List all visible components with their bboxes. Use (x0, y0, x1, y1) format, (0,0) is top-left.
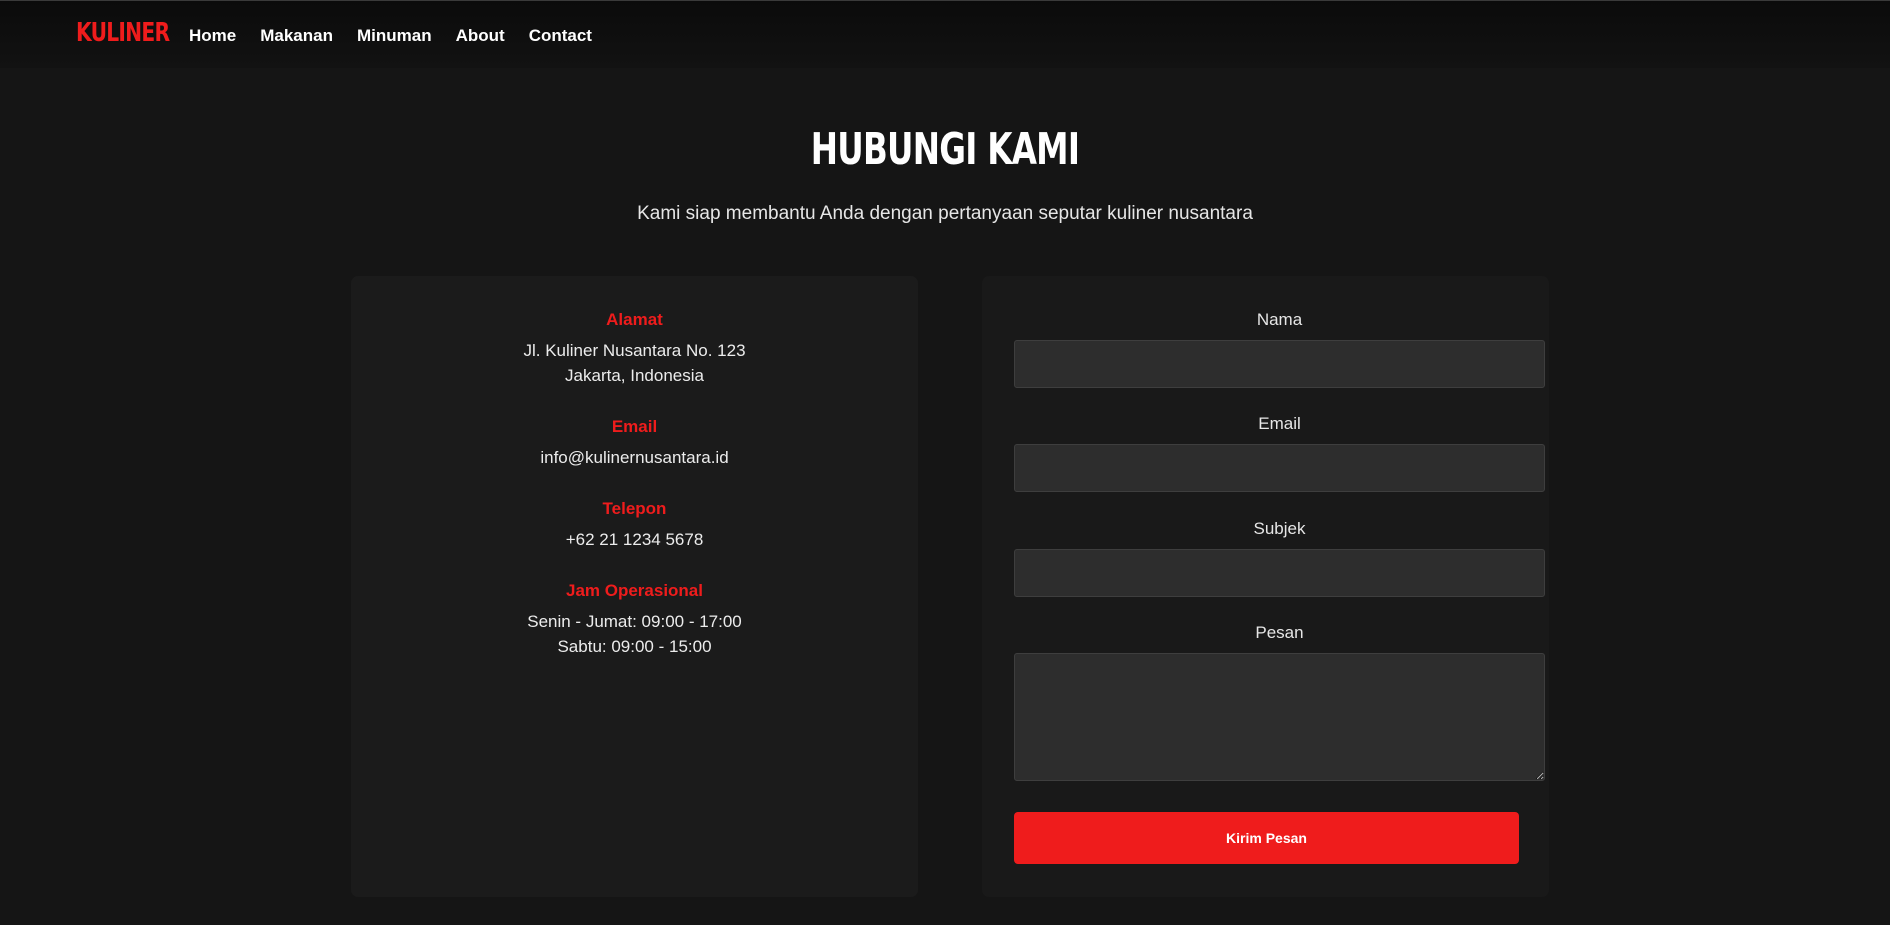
hours-block: Jam Operasional Senin - Jumat: 09:00 - 1… (351, 581, 918, 659)
hours-line-1: Senin - Jumat: 09:00 - 17:00 (527, 612, 742, 631)
nav-link-minuman[interactable]: Minuman (357, 26, 432, 46)
nav-link-makanan[interactable]: Makanan (260, 26, 333, 46)
email-field-label: Email (1258, 414, 1301, 433)
message-label: Pesan (1255, 623, 1304, 642)
email-block: Email info@kulinernusantara.id (351, 417, 918, 470)
nav-menu: Home Makanan Minuman About Contact (189, 26, 592, 46)
email-value: info@kulinernusantara.id (540, 448, 729, 467)
nav-link-contact[interactable]: Contact (529, 26, 592, 46)
name-input[interactable] (1014, 340, 1545, 388)
address-block: Alamat Jl. Kuliner Nusantara No. 123 Jak… (351, 310, 918, 388)
nav-link-home[interactable]: Home (189, 26, 236, 46)
phone-block: Telepon +62 21 1234 5678 (351, 499, 918, 552)
page-title: HUBUNGI KAMI (810, 124, 1080, 175)
subject-input[interactable] (1014, 549, 1545, 597)
address-line-2: Jakarta, Indonesia (565, 366, 704, 385)
hours-line-2: Sabtu: 09:00 - 15:00 (557, 637, 712, 656)
submit-button[interactable]: Kirim Pesan (1014, 812, 1519, 864)
message-textarea[interactable] (1014, 653, 1545, 781)
phone-value: +62 21 1234 5678 (565, 530, 704, 549)
nav-link-about[interactable]: About (456, 26, 505, 46)
email-label: Email (611, 417, 658, 436)
navbar: KULINER Home Makanan Minuman About Conta… (0, 0, 1890, 68)
brand-logo[interactable]: KULINER (76, 18, 170, 48)
address-label: Alamat (606, 310, 663, 329)
contact-info-card: Alamat Jl. Kuliner Nusantara No. 123 Jak… (351, 276, 918, 897)
hours-label: Jam Operasional (565, 581, 703, 600)
page-subtitle: Kami siap membantu Anda dengan pertanyaa… (637, 203, 1253, 224)
contact-form-card: Nama Email Subjek Pesan Kirim Pesan (982, 276, 1549, 897)
phone-label: Telepon (602, 499, 667, 518)
subject-label: Subjek (1253, 519, 1306, 538)
name-label: Nama (1256, 310, 1303, 329)
email-input[interactable] (1014, 444, 1545, 492)
address-line-1: Jl. Kuliner Nusantara No. 123 (523, 341, 746, 360)
